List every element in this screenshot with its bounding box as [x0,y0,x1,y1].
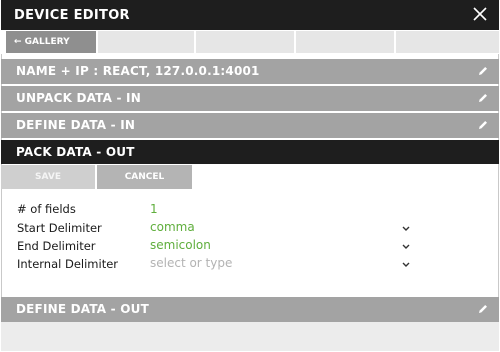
internal-delimiter-label: Internal Delimiter [17,257,119,271]
pencil-icon[interactable] [477,92,489,104]
pencil-icon[interactable] [477,119,489,131]
title-bar: DEVICE EDITOR [1,0,499,30]
pencil-icon[interactable] [477,303,489,315]
section-unpack-in-label: UNPACK DATA - IN [16,91,141,105]
section-pack-out-header: PACK DATA - OUT [1,140,499,164]
gallery-back-button[interactable]: ← GALLERY [6,31,96,53]
fields-count-label: # of fields [17,202,76,216]
end-delimiter-label: End Delimiter [17,239,96,253]
fields-count-value[interactable]: 1 [150,202,158,216]
section-name-ip-label: NAME + IP : REACT, 127.0.0.1:4001 [16,64,260,78]
save-button[interactable]: SAVE [1,165,95,189]
section-define-in[interactable]: DEFINE DATA - IN [1,113,499,138]
tab-slot [98,31,194,53]
chevron-down-icon[interactable] [402,226,410,232]
section-define-out[interactable]: DEFINE DATA - OUT [1,297,499,322]
section-pack-out-label: PACK DATA - OUT [16,145,135,159]
tab-row: ← GALLERY [1,30,499,54]
close-icon[interactable] [471,5,489,23]
window-title: DEVICE EDITOR [14,8,130,23]
section-unpack-in[interactable]: UNPACK DATA - IN [1,86,499,111]
chevron-down-icon[interactable] [402,244,410,250]
start-delimiter-label: Start Delimiter [17,221,102,235]
section-define-in-label: DEFINE DATA - IN [16,118,136,132]
cancel-button[interactable]: CANCEL [97,165,192,189]
tab-slot [396,31,499,53]
section-define-out-label: DEFINE DATA - OUT [16,302,149,316]
start-delimiter-select[interactable]: comma [150,220,195,234]
section-name-ip[interactable]: NAME + IP : REACT, 127.0.0.1:4001 [1,59,499,84]
define-out-content [1,322,499,351]
pencil-icon[interactable] [477,65,489,77]
end-delimiter-select[interactable]: semicolon [150,238,211,252]
tab-slot [296,31,394,53]
internal-delimiter-input[interactable]: select or type [150,256,232,270]
chevron-down-icon[interactable] [402,262,410,268]
tab-slot [196,31,294,53]
